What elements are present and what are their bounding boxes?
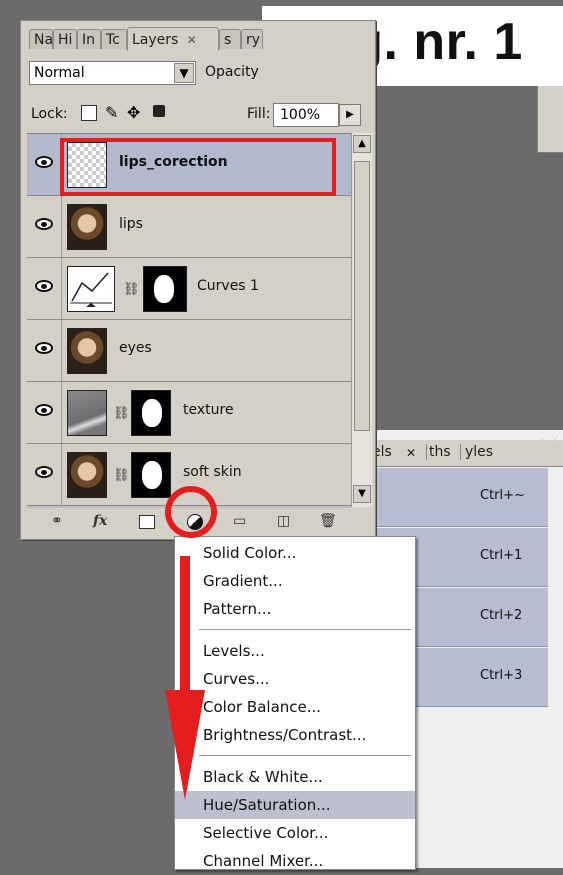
layer-thumbnail <box>67 390 107 436</box>
eye-icon[interactable] <box>27 258 62 319</box>
layer-thumbnail <box>67 452 107 498</box>
tab-info[interactable]: In <box>77 29 101 49</box>
chain-link-icon[interactable]: ⛓ <box>113 468 130 483</box>
menu-item-pattern[interactable]: Pattern... <box>175 595 415 623</box>
menu-item-curves[interactable]: Curves... <box>175 665 415 693</box>
channel-shortcut: Ctrl+~ <box>480 488 525 503</box>
chevron-down-icon[interactable]: ▼ <box>174 63 194 83</box>
tab-navigator[interactable]: Na <box>29 29 53 49</box>
menu-item-selective-color[interactable]: Selective Color... <box>175 819 415 847</box>
opacity-label: Opacity <box>205 64 259 80</box>
channel-shortcut: Ctrl+1 <box>480 548 523 563</box>
scroll-thumb[interactable] <box>354 161 370 431</box>
tab-layers-label: Layers <box>132 32 179 48</box>
fill-arrow-button[interactable]: ▶ <box>339 104 361 126</box>
lock-brush-icon[interactable]: ✎ <box>105 103 118 122</box>
layers-panel: Na Hi In Tc Layers ✕ s ry Normal ▼ Opaci… <box>20 20 376 540</box>
layer-mask-thumbnail <box>131 390 171 436</box>
tab-layers[interactable]: Layers ✕ <box>127 27 219 51</box>
curves-thumbnail-icon <box>67 266 115 312</box>
eye-icon[interactable] <box>27 196 62 257</box>
menu-item-color-balance[interactable]: Color Balance... <box>175 693 415 721</box>
arrow-down-icon <box>165 690 205 800</box>
blend-mode-value: Normal <box>34 65 85 81</box>
close-icon[interactable]: ✕ <box>187 33 197 47</box>
highlight-box <box>60 138 336 196</box>
layer-row[interactable]: ⛓ Curves 1 <box>27 258 351 320</box>
menu-item-solid-color[interactable]: Solid Color... <box>175 539 415 567</box>
eye-icon[interactable] <box>27 320 62 381</box>
tab-channels[interactable]: s <box>219 29 241 49</box>
folder-icon[interactable]: ▭ <box>233 513 246 529</box>
eye-icon[interactable] <box>27 134 62 195</box>
menu-separator <box>199 755 411 756</box>
eye-icon[interactable] <box>27 444 62 505</box>
scroll-down-icon[interactable]: ▼ <box>353 485 371 503</box>
trash-icon[interactable]: 🗑 <box>319 513 337 529</box>
menu-item-black-white[interactable]: Black & White... <box>175 763 415 791</box>
menu-item-levels[interactable]: Levels... <box>175 637 415 665</box>
link-icon[interactable]: ⚭ <box>51 513 63 529</box>
highlight-circle <box>165 486 217 538</box>
tab-styles[interactable]: yles <box>460 444 493 460</box>
tab-paths[interactable]: ths <box>426 444 451 460</box>
close-icon[interactable]: ✕ <box>406 446 416 460</box>
layer-mask-thumbnail <box>143 266 187 312</box>
new-layer-icon[interactable]: ◫ <box>277 513 290 529</box>
arrow-shaft <box>180 556 190 692</box>
channel-shortcut: Ctrl+2 <box>480 608 523 623</box>
menu-item-hue-saturation[interactable]: Hue/Saturation... <box>175 791 415 819</box>
layer-name: eyes <box>119 340 152 356</box>
fill-label: Fill: <box>247 106 271 122</box>
scroll-up-icon[interactable]: ▲ <box>353 135 371 153</box>
channel-shortcut: Ctrl+3 <box>480 668 523 683</box>
blend-mode-select[interactable]: Normal ▼ <box>29 61 196 85</box>
lock-transparency-icon[interactable] <box>81 105 97 121</box>
fill-input[interactable]: 100% <box>273 103 339 127</box>
layer-thumbnail <box>67 328 107 374</box>
layer-row[interactable]: ⛓ texture <box>27 382 351 444</box>
menu-item-gradient[interactable]: Gradient... <box>175 567 415 595</box>
side-panel-edge <box>537 86 563 153</box>
channels-tabbar: els ✕ ths yles – × <box>370 432 563 467</box>
layer-thumbnail <box>67 204 107 250</box>
layer-name: soft skin <box>183 464 242 480</box>
layer-mask-thumbnail <box>131 452 171 498</box>
layer-name: Curves 1 <box>197 278 259 294</box>
fx-icon[interactable]: fx <box>93 513 107 529</box>
eye-icon[interactable] <box>27 382 62 443</box>
layers-scrollbar[interactable]: ▲ ▼ <box>351 133 372 507</box>
chain-link-icon[interactable]: ⛓ <box>113 406 130 421</box>
layer-name: lips <box>119 216 143 232</box>
lock-row: Lock: ✎ ✥ Fill: 100% ▶ <box>31 103 371 129</box>
lock-label: Lock: <box>31 106 68 122</box>
layer-row[interactable]: eyes <box>27 320 351 382</box>
menu-separator <box>199 629 411 630</box>
panel-tabbar: Na Hi In Tc Layers ✕ s ry <box>21 27 375 51</box>
layer-name: texture <box>183 402 234 418</box>
tab-history[interactable]: ry <box>241 29 263 49</box>
minimize-icon[interactable]: – × <box>540 432 560 446</box>
adjustment-menu: Solid Color... Gradient... Pattern... Le… <box>174 536 416 870</box>
chain-link-icon[interactable]: ⛓ <box>123 282 140 297</box>
channel-row[interactable]: Ctrl+~ <box>370 468 548 527</box>
menu-item-channel-mixer[interactable]: Channel Mixer... <box>175 847 415 875</box>
tab-histogram[interactable]: Hi <box>53 29 77 49</box>
layer-row[interactable]: lips <box>27 196 351 258</box>
mask-icon[interactable] <box>139 515 155 529</box>
lock-move-icon[interactable]: ✥ <box>127 103 140 122</box>
lock-all-icon[interactable] <box>153 105 165 117</box>
menu-item-brightness-contrast[interactable]: Brightness/Contrast... <box>175 721 415 749</box>
tab-tool-presets[interactable]: Tc <box>101 29 127 49</box>
